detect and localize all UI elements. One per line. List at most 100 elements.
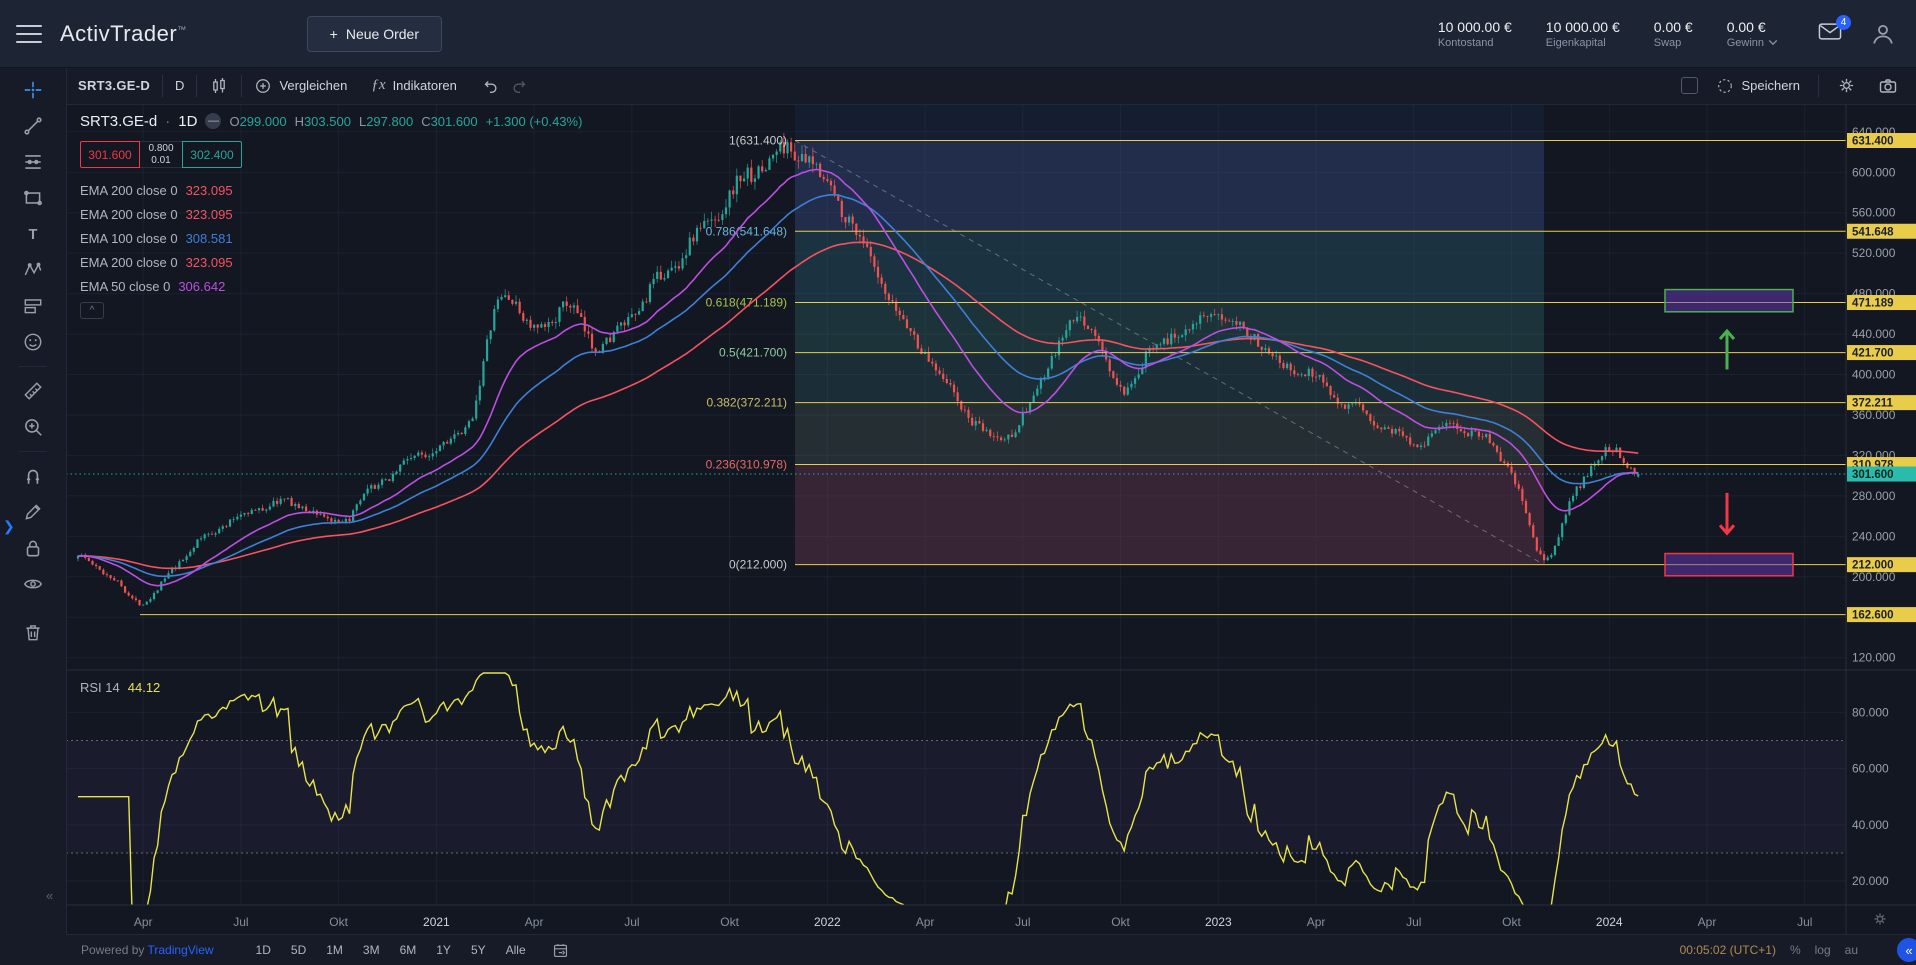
range-5y[interactable]: 5Y bbox=[463, 941, 494, 959]
time-axis-label[interactable]: Jul bbox=[1797, 915, 1812, 929]
mail-icon[interactable]: 4 bbox=[1818, 22, 1842, 46]
magnet-tool[interactable] bbox=[16, 462, 50, 490]
trash-tool[interactable] bbox=[16, 618, 50, 646]
time-axis-label[interactable]: Apr bbox=[1698, 915, 1717, 929]
time-axis-label[interactable]: Apr bbox=[525, 915, 544, 929]
indicator-row[interactable]: EMA 200 close 0323.095 bbox=[80, 250, 582, 274]
indicator-row[interactable]: EMA 200 close 0323.095 bbox=[80, 202, 582, 226]
time-axis-label[interactable]: 2021 bbox=[423, 915, 450, 929]
gear-icon bbox=[1837, 76, 1856, 95]
time-axis-label[interactable]: Apr bbox=[134, 915, 153, 929]
drawing-arrow-down[interactable] bbox=[1720, 493, 1734, 533]
log-scale-button[interactable]: log bbox=[1815, 943, 1831, 957]
shapes-tool[interactable] bbox=[16, 184, 50, 212]
time-axis-label[interactable]: Jul bbox=[233, 915, 248, 929]
rsi-tick-label: 40.000 bbox=[1852, 818, 1889, 832]
drawing-rect-0[interactable] bbox=[1665, 290, 1793, 312]
text-tool[interactable]: T bbox=[16, 220, 50, 248]
session-clock[interactable]: 00:05:02 (UTC+1) bbox=[1680, 943, 1776, 957]
time-axis-label[interactable]: Okt bbox=[1502, 915, 1521, 929]
rsi-tick-label: 80.000 bbox=[1852, 705, 1889, 719]
undo-button[interactable] bbox=[469, 77, 511, 95]
range-alle[interactable]: Alle bbox=[498, 941, 534, 959]
range-3m[interactable]: 3M bbox=[355, 941, 388, 959]
range-1d[interactable]: 1D bbox=[248, 941, 279, 959]
sell-button[interactable]: 301.600 bbox=[80, 141, 140, 168]
chart-settings-button[interactable] bbox=[1833, 76, 1860, 95]
chart-area[interactable]: 1(631.400)0.786(541.648)0.618(471.189)0.… bbox=[66, 104, 1916, 935]
collapse-corner-button[interactable]: « bbox=[1897, 938, 1916, 962]
price-axis-badge: 541.648 bbox=[1847, 224, 1916, 239]
goto-date-button[interactable] bbox=[552, 942, 569, 959]
buy-button[interactable]: 302.400 bbox=[182, 141, 242, 168]
save-layout-button[interactable]: Speichern bbox=[1712, 77, 1804, 95]
time-axis-label[interactable]: 2024 bbox=[1596, 915, 1623, 929]
indicators-button[interactable]: ƒx Indikatoren bbox=[359, 77, 469, 94]
menu-icon[interactable] bbox=[16, 25, 42, 43]
compare-button[interactable]: Vergleichen bbox=[242, 77, 359, 95]
redo-button[interactable] bbox=[511, 77, 541, 95]
time-axis-label[interactable]: Okt bbox=[720, 915, 739, 929]
drawing-arrow-up[interactable] bbox=[1720, 331, 1734, 369]
axis-settings-gear-icon[interactable] bbox=[1872, 911, 1888, 932]
time-axis-label[interactable]: 2023 bbox=[1205, 915, 1232, 929]
price-tick-label: 600.000 bbox=[1852, 165, 1896, 179]
svg-text:471.189: 471.189 bbox=[1852, 298, 1894, 310]
trendline-tool[interactable] bbox=[16, 112, 50, 140]
eye-tool[interactable] bbox=[16, 570, 50, 598]
time-axis[interactable]: Apr Jul Okt 2021 Apr Jul Okt 2022 Apr Jul Okt 2023 A… bbox=[134, 915, 1813, 929]
range-5d[interactable]: 5D bbox=[283, 941, 314, 959]
range-1y[interactable]: 1Y bbox=[428, 941, 459, 959]
indicator-row[interactable]: EMA 50 close 0306.642 bbox=[80, 274, 582, 298]
svg-text:301.600: 301.600 bbox=[1852, 469, 1894, 481]
interval-button[interactable]: D bbox=[163, 78, 196, 93]
drawing-rect-1[interactable] bbox=[1665, 554, 1793, 576]
emoji-tool[interactable] bbox=[16, 328, 50, 356]
auto-scale-button[interactable]: au bbox=[1845, 943, 1858, 957]
time-axis-label[interactable]: Jul bbox=[1406, 915, 1421, 929]
position-tool[interactable] bbox=[16, 292, 50, 320]
object-tree-expand-icon[interactable]: ❯ bbox=[3, 518, 15, 535]
chart-toolbar: SRT3.GE-D D Vergleichen ƒx Indikatoren S… bbox=[66, 67, 1916, 105]
price-tick-label: 120.000 bbox=[1852, 651, 1896, 665]
time-axis-label[interactable]: Apr bbox=[916, 915, 935, 929]
stat-gewinn[interactable]: 0.00 € Gewinn bbox=[1727, 19, 1778, 49]
time-axis-label[interactable]: Jul bbox=[1015, 915, 1030, 929]
time-axis-label[interactable]: Jul bbox=[624, 915, 639, 929]
range-1m[interactable]: 1M bbox=[318, 941, 351, 959]
time-axis-label[interactable]: Okt bbox=[1111, 915, 1130, 929]
time-axis-label[interactable]: Apr bbox=[1307, 915, 1326, 929]
ruler-tool[interactable] bbox=[16, 377, 50, 405]
lock-tool[interactable] bbox=[16, 534, 50, 562]
legend-symbol[interactable]: SRT3.GE-d bbox=[80, 113, 157, 130]
indicator-row[interactable]: EMA 100 close 0308.581 bbox=[80, 226, 582, 250]
user-avatar[interactable] bbox=[1868, 19, 1898, 49]
symbol-button[interactable]: SRT3.GE-D bbox=[66, 78, 162, 93]
xabcd-pattern-tool[interactable] bbox=[16, 256, 50, 284]
svg-text:372.211: 372.211 bbox=[1852, 398, 1894, 410]
camera-icon bbox=[1878, 76, 1898, 96]
pencil-tool[interactable] bbox=[16, 498, 50, 526]
legend-collapse-icon[interactable]: — bbox=[205, 113, 221, 129]
time-axis-label[interactable]: 2022 bbox=[814, 915, 841, 929]
crosshair-tool[interactable] bbox=[16, 76, 50, 104]
time-axis-label[interactable]: Okt bbox=[329, 915, 348, 929]
rsi-tick-label: 60.000 bbox=[1852, 762, 1889, 776]
screenshot-button[interactable] bbox=[1874, 76, 1902, 96]
pane-collapse-chevrons[interactable]: « bbox=[46, 888, 53, 903]
legend-interval[interactable]: 1D bbox=[178, 113, 197, 130]
indicator-legend: EMA 200 close 0323.095 EMA 200 close 032… bbox=[80, 178, 582, 298]
new-order-button[interactable]: + Neue Order bbox=[307, 16, 442, 52]
layout-checkbox[interactable] bbox=[1681, 77, 1698, 94]
percent-scale-button[interactable]: % bbox=[1790, 943, 1801, 957]
fib-retracement-tool[interactable] bbox=[16, 148, 50, 176]
rsi-legend[interactable]: RSI 14 44.12 bbox=[80, 680, 160, 695]
tradingview-link[interactable]: TradingView bbox=[148, 943, 214, 957]
top-bar: ActivTrader™ + Neue Order 10 000.00 €Kon… bbox=[0, 0, 1916, 68]
indicator-row[interactable]: EMA 200 close 0323.095 bbox=[80, 178, 582, 202]
legend-collapse-button[interactable]: ^ bbox=[80, 302, 104, 319]
chart-style-button[interactable] bbox=[197, 76, 241, 96]
price-axis[interactable]: 640.000600.000560.000520.000480.000440.0… bbox=[1852, 125, 1896, 888]
range-6m[interactable]: 6M bbox=[392, 941, 425, 959]
zoom-in-tool[interactable] bbox=[16, 413, 50, 441]
